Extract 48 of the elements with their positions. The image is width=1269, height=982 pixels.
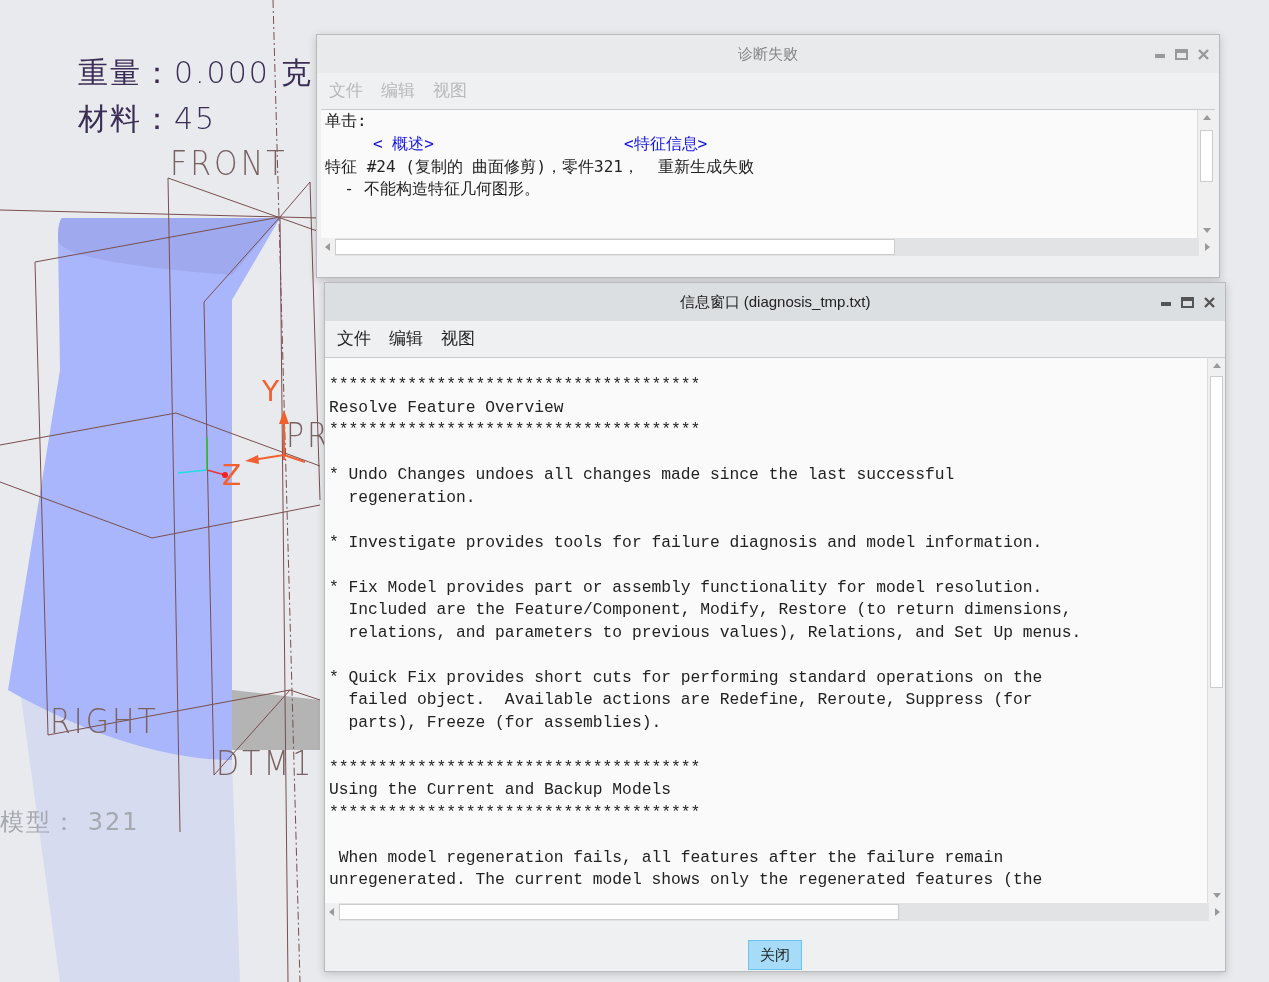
text-line: * Quick Fix provides short cuts for performing standard operations on the bbox=[329, 666, 1044, 689]
scroll-up-icon[interactable] bbox=[1203, 115, 1211, 120]
scroll-right-icon[interactable] bbox=[1205, 243, 1210, 251]
text-line: ************************************** bbox=[329, 756, 702, 779]
close-button[interactable]: 关闭 bbox=[748, 939, 802, 971]
maximize-icon[interactable] bbox=[1181, 296, 1194, 308]
text-line: ************************************** bbox=[329, 374, 702, 396]
text-line: failed object. Available actions are Redefine, Reroute, Suppress (for bbox=[347, 689, 1034, 711]
scroll-left-icon[interactable] bbox=[325, 243, 330, 251]
error-detail: - 不能构造特征几何图形。 bbox=[343, 178, 541, 201]
menu-item[interactable]: 视图 bbox=[441, 326, 475, 352]
scroll-up-icon[interactable] bbox=[1213, 363, 1221, 368]
text-line: * Undo Changes undoes all changes made since the last successful bbox=[329, 464, 956, 486]
text-line: ************************************** bbox=[329, 801, 702, 824]
link[interactable]: <特征信息> bbox=[623, 132, 708, 156]
prompt-text: 单击: bbox=[325, 110, 368, 132]
link[interactable]: < 概述> bbox=[373, 132, 434, 156]
window-title: 信息窗口 (diagnosis_tmp.txt) bbox=[679, 291, 871, 312]
maximize-icon[interactable] bbox=[1175, 48, 1188, 60]
horizontal-scrollbar[interactable] bbox=[325, 903, 1225, 921]
axis-label: Z bbox=[222, 462, 242, 490]
axis-label: Y bbox=[262, 378, 280, 406]
close-icon[interactable] bbox=[1204, 296, 1215, 308]
text-line: When model regeneration fails, all features after the failure remain bbox=[337, 846, 1005, 869]
text-line: * Investigate provides tools for failure diagnosis and model information. bbox=[329, 531, 1044, 554]
text-line: Resolve Feature Overview bbox=[329, 396, 565, 419]
error-message: 特征 #24 (复制的 曲面修剪)，零件321， 重新生成失败 bbox=[325, 155, 756, 178]
model-name-text: 模型： 321 bbox=[0, 810, 140, 834]
scroll-down-icon[interactable] bbox=[1203, 228, 1211, 233]
text-line: Included are the Feature/Component, Modify, Restore (to return dimensions, bbox=[347, 599, 1073, 621]
text-line: * Fix Model provides part or assembly functionality for model resolution. bbox=[329, 576, 1044, 599]
text-line: regeneration. bbox=[347, 486, 477, 509]
text-line: unregenerated. The current model shows only the regenerated features (the bbox=[329, 869, 1044, 891]
scroll-down-icon[interactable] bbox=[1213, 893, 1221, 898]
datum-label: FRONT bbox=[170, 145, 288, 181]
close-icon[interactable] bbox=[1198, 48, 1209, 60]
text-line: relations, and parameters to previous values), Relations, and Set Up menus. bbox=[347, 621, 1083, 644]
text-line: parts), Freeze (for assemblies). bbox=[347, 711, 663, 734]
scroll-left-icon[interactable] bbox=[329, 908, 334, 916]
annotation-text: 材料：45 bbox=[78, 104, 217, 134]
annotation-text: 重量：0.000 克 bbox=[78, 58, 314, 88]
menu-item[interactable]: 文件 bbox=[337, 326, 371, 352]
vertical-scrollbar[interactable] bbox=[1207, 358, 1225, 903]
text-line: ************************************** bbox=[329, 419, 702, 441]
scroll-right-icon[interactable] bbox=[1215, 908, 1220, 916]
text-line: Using the Current and Backup Models bbox=[329, 779, 672, 801]
window-title: 诊断失败 bbox=[738, 43, 798, 64]
menu-item[interactable]: 编辑 bbox=[389, 326, 423, 352]
